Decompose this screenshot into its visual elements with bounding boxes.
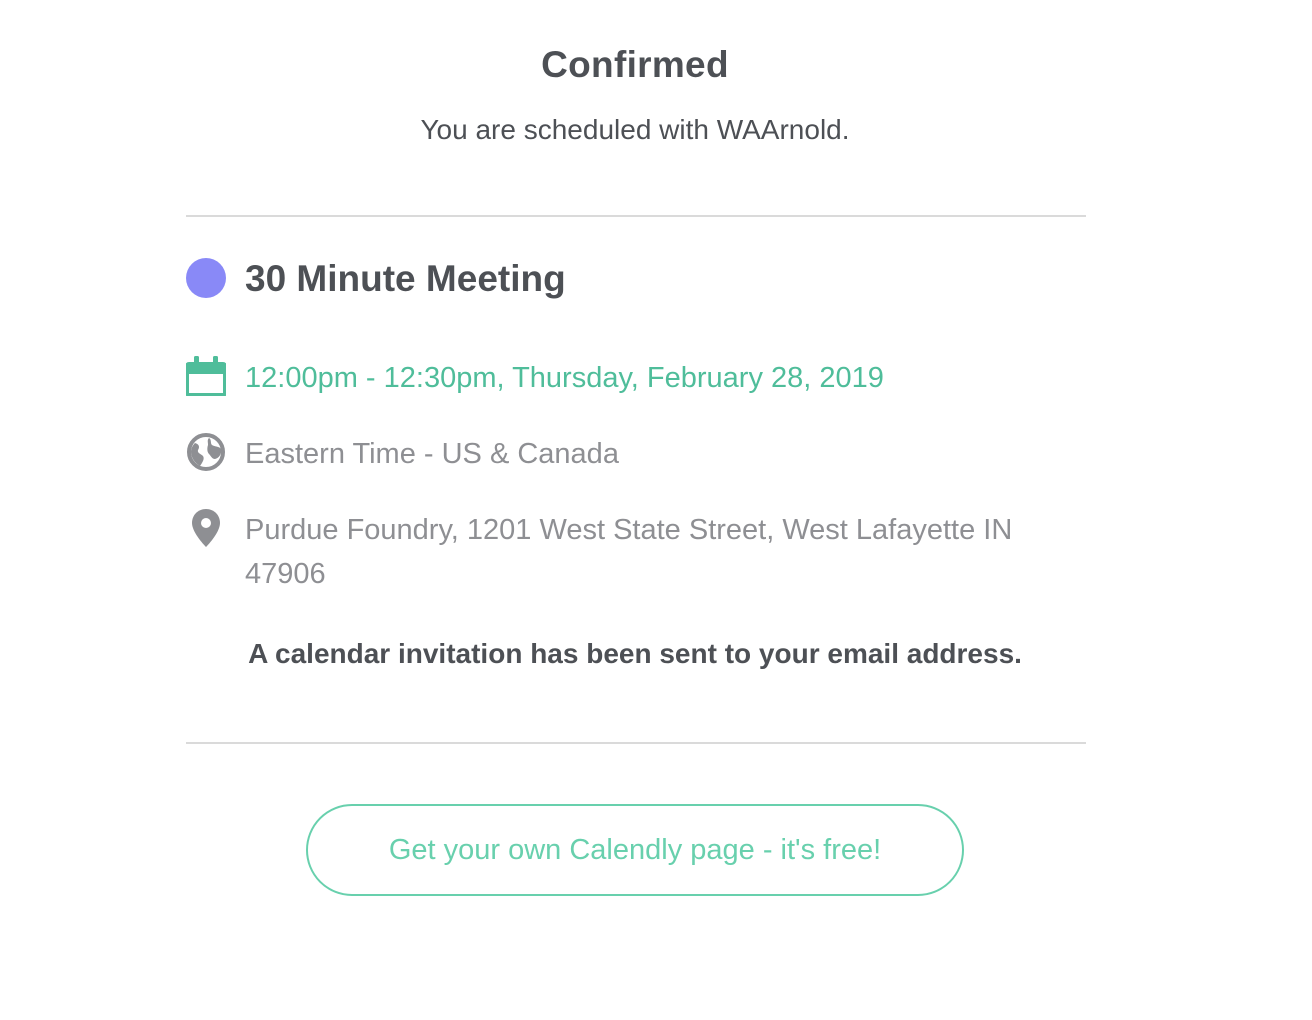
map-pin-icon: [186, 508, 226, 548]
page-title: Confirmed: [541, 44, 729, 85]
globe-icon: [186, 432, 226, 472]
scheduled-with-text: You are scheduled with WAArnold.: [420, 114, 850, 145]
event-name: 30 Minute Meeting: [245, 258, 566, 299]
bottom-divider: [186, 742, 1086, 744]
event-datetime-row: 12:00pm - 12:30pm, Thursday, February 28…: [185, 356, 1086, 400]
event-datetime: 12:00pm - 12:30pm, Thursday, February 28…: [245, 362, 884, 394]
timezone-row: Eastern Time - US & Canada: [186, 432, 1086, 476]
top-divider: [186, 215, 1086, 217]
location-text: Purdue Foundry, 1201 West State Street, …: [245, 514, 1013, 590]
event-color-dot: [186, 258, 226, 298]
invitation-sent-note: A calendar invitation has been sent to y…: [248, 638, 1022, 669]
get-calendly-page-button[interactable]: Get your own Calendly page - it's free!: [306, 804, 964, 896]
calendar-icon: [185, 356, 227, 397]
location-row: Purdue Foundry, 1201 West State Street, …: [186, 508, 1086, 598]
timezone-text: Eastern Time - US & Canada: [245, 438, 619, 470]
